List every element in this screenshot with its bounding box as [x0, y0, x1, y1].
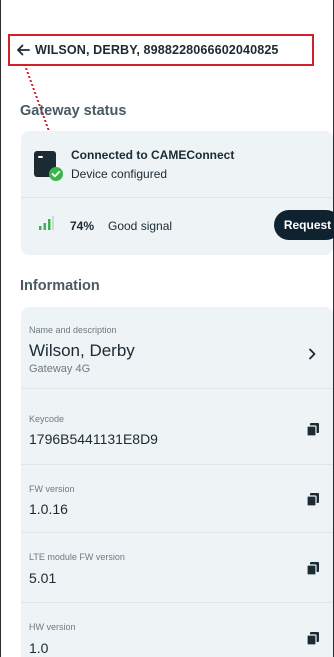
gateway-status-card: Connected to CAMEConnect Device configur…	[21, 131, 334, 255]
hw-version-label: HW version	[29, 622, 76, 632]
copy-icon[interactable]	[306, 632, 319, 646]
chevron-right-icon[interactable]	[308, 347, 316, 360]
left-frame-border	[0, 0, 1, 657]
request-button[interactable]: Request	[274, 210, 334, 240]
copy-icon[interactable]	[306, 423, 319, 437]
page-title: WILSON, DERBY, 8988228066602040825	[35, 43, 279, 57]
hw-version-value: 1.0	[29, 640, 49, 656]
info-item-name[interactable]: Name and description Wilson, Derby Gatew…	[21, 307, 333, 389]
info-item-hw-version: HW version 1.0	[21, 603, 333, 657]
copy-icon[interactable]	[306, 562, 319, 576]
keycode-value: 1796B5441131E8D9	[29, 431, 158, 447]
header-highlight: WILSON, DERBY, 8988228066602040825	[8, 34, 314, 66]
information-card: Name and description Wilson, Derby Gatew…	[21, 307, 333, 657]
name-label: Name and description	[29, 325, 117, 335]
connection-title: Connected to CAMEConnect	[71, 148, 235, 162]
name-subtitle: Gateway 4G	[29, 363, 91, 375]
keycode-label: Keycode	[29, 414, 65, 424]
name-value: Wilson, Derby	[29, 341, 135, 360]
info-item-lte-fw-version: LTE module FW version 5.01	[21, 533, 333, 603]
info-item-fw-version: FW version 1.0.16	[21, 465, 333, 533]
signal-icon	[38, 215, 54, 231]
signal-percent: 74%	[70, 219, 95, 233]
info-item-keycode: Keycode 1796B5441131E8D9	[21, 389, 333, 465]
fw-version-label: FW version	[29, 484, 75, 494]
signal-row: 74% Good signal Request	[21, 198, 334, 255]
signal-label: Good signal	[108, 219, 173, 233]
gateway-icon	[33, 150, 63, 182]
gateway-status-heading: Gateway status	[20, 103, 127, 119]
connection-row: Connected to CAMEConnect Device configur…	[21, 131, 333, 197]
information-heading: Information	[20, 278, 100, 294]
copy-icon[interactable]	[306, 493, 319, 507]
back-arrow-icon[interactable]	[16, 43, 30, 57]
connection-subtitle: Device configured	[71, 167, 168, 181]
lte-fw-version-label: LTE module FW version	[29, 552, 125, 562]
fw-version-value: 1.0.16	[29, 501, 68, 517]
lte-fw-version-value: 5.01	[29, 570, 57, 586]
